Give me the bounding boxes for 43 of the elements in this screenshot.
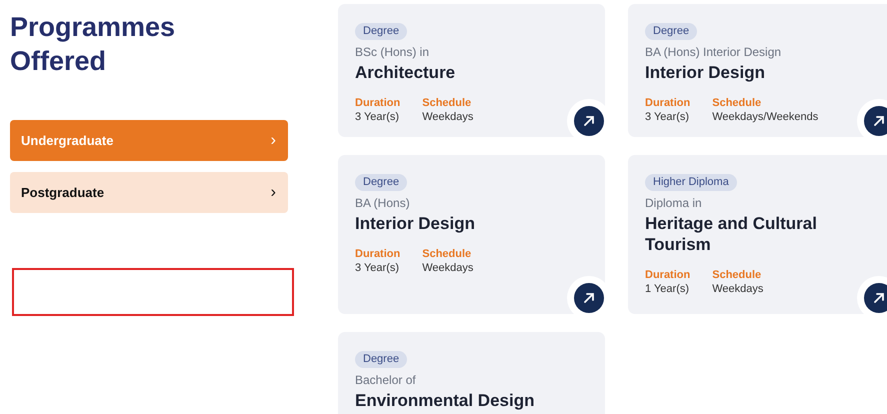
schedule-label: Schedule — [712, 96, 762, 110]
schedule-label: Schedule — [712, 268, 762, 282]
chevron-icon: › — [270, 184, 276, 202]
programme-subtitle: BA (Hons) — [355, 196, 411, 210]
programme-subtitle: BSc (Hons) in — [355, 45, 430, 59]
arrow-icon — [582, 114, 596, 128]
programme-badge: Higher Diploma — [645, 174, 737, 191]
programme-badge: Degree — [355, 23, 408, 40]
programme-subtitle: Bachelor of — [355, 373, 417, 387]
duration-value: 3 Year(s) — [645, 110, 690, 124]
schedule-value: Weekdays/Weekends — [712, 110, 818, 124]
duration-label: Duration — [645, 268, 690, 282]
schedule-value: Weekdays — [422, 261, 474, 275]
programme-title: Heritage and Cultural Tourism — [645, 213, 818, 255]
arrow-icon — [872, 114, 886, 128]
duration-label: Duration — [355, 96, 400, 110]
schedule-label: Schedule — [422, 247, 472, 261]
duration-value: 1 Year(s) — [645, 282, 690, 296]
programme-title: Architecture — [355, 62, 456, 83]
duration-label: Duration — [645, 96, 690, 110]
chevron-icon: › — [270, 132, 276, 150]
programme-subtitle: BA (Hons) Interior Design — [645, 45, 782, 59]
programme-badge: Degree — [355, 174, 408, 191]
duration-label: Duration — [355, 247, 400, 261]
programme-title: Interior Design — [645, 62, 766, 83]
schedule-value: Weekdays — [422, 110, 474, 124]
page-heading: Programmes Offered — [10, 11, 176, 78]
arrow-icon — [582, 291, 596, 305]
programme-subtitle: Diploma in — [645, 196, 703, 210]
arrow-button[interactable] — [574, 106, 604, 136]
arrow-icon — [872, 291, 886, 305]
programme-title: Environmental Design — [355, 390, 536, 411]
duration-value: 3 Year(s) — [355, 110, 400, 124]
level-button[interactable]: Postgraduate › — [10, 172, 288, 213]
arrow-button[interactable] — [864, 106, 887, 136]
duration-value: 3 Year(s) — [355, 261, 400, 275]
programme-badge: Degree — [645, 23, 698, 40]
arrow-button[interactable] — [864, 283, 887, 313]
programme-badge: Degree — [355, 351, 408, 368]
schedule-label: Schedule — [422, 96, 472, 110]
arrow-button[interactable] — [574, 283, 604, 313]
schedule-value: Weekdays — [712, 282, 764, 296]
programme-title: Interior Design — [355, 213, 476, 234]
